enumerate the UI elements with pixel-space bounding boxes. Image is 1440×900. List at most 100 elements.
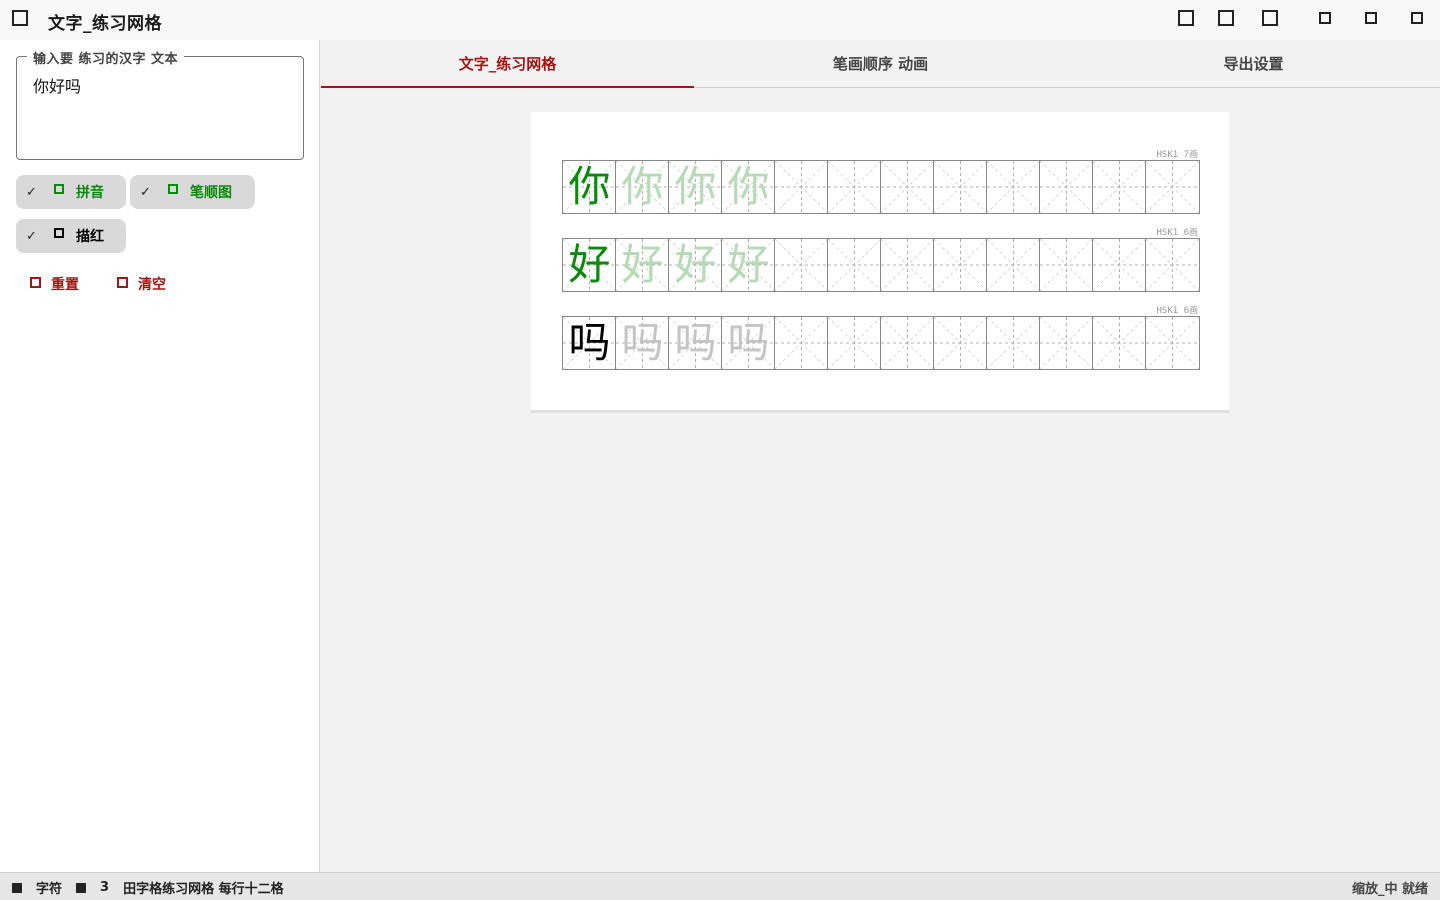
grid-cell[interactable]: 吗 <box>563 317 616 369</box>
save-icon[interactable] <box>1218 10 1234 26</box>
pinyin-icon <box>54 184 64 194</box>
clear-button[interactable]: 清空 <box>117 274 166 294</box>
reset-icon <box>30 276 41 288</box>
print-icon[interactable] <box>1262 10 1278 26</box>
chip-label: 笔顺图 <box>190 185 232 201</box>
app-title: 文字_练习网格 <box>48 14 162 34</box>
app-icon <box>12 10 28 26</box>
grid-cell[interactable]: 你 <box>722 161 775 213</box>
check-icon: ✓ <box>26 228 37 244</box>
count-icon <box>76 882 87 893</box>
tianzige-guide <box>828 317 880 369</box>
tianzige-guide <box>881 317 933 369</box>
tianzige-guide <box>987 161 1039 213</box>
text-input-group: 输入要 练习的汉字 文本 <box>16 48 304 160</box>
grid-cell[interactable] <box>987 161 1040 213</box>
trace-character: 吗 <box>674 318 717 367</box>
status-description: 田字格练习网格 每行十二格 <box>123 882 284 897</box>
stroke-order-icon <box>168 184 178 194</box>
tianzige-guide <box>1146 239 1199 291</box>
reset-label: 重置 <box>51 277 79 293</box>
grid-cell[interactable] <box>881 239 934 291</box>
chip-label: 拼音 <box>76 185 104 201</box>
chip-trace[interactable]: ✓ 描红 <box>16 219 126 253</box>
model-character: 你 <box>568 162 611 211</box>
tianzige-guide <box>828 239 880 291</box>
grid-cell[interactable] <box>775 317 828 369</box>
grid-cell[interactable] <box>881 161 934 213</box>
row-meta-label: HSK1 6画 <box>1156 228 1198 238</box>
grid-cell[interactable] <box>1146 317 1199 369</box>
check-icon: ✓ <box>26 184 37 200</box>
tianzige-guide <box>1093 239 1145 291</box>
chip-pinyin[interactable]: ✓ 拼音 <box>16 175 126 209</box>
grid-cell[interactable]: 吗 <box>669 317 722 369</box>
grid-cell[interactable]: 吗 <box>722 317 775 369</box>
trace-character: 你 <box>674 162 717 211</box>
status-label: 字符 <box>36 882 63 897</box>
grid-cell[interactable]: 你 <box>669 161 722 213</box>
grid-cell[interactable] <box>775 239 828 291</box>
check-icon: ✓ <box>140 184 151 200</box>
practice-text-input[interactable] <box>33 73 289 145</box>
status-bar: 字符 3 田字格练习网格 每行十二格 缩放_中 就绪 <box>0 872 1440 900</box>
grid-cell[interactable] <box>934 239 987 291</box>
minimize-icon[interactable] <box>1319 12 1331 24</box>
tianzige-guide <box>987 239 1039 291</box>
model-character: 好 <box>568 240 611 289</box>
grid-cell[interactable] <box>1040 317 1093 369</box>
grid-cell[interactable] <box>828 161 881 213</box>
grid-cell[interactable] <box>1093 239 1146 291</box>
tianzige-guide <box>1040 161 1092 213</box>
grid-cell[interactable]: 吗 <box>616 317 669 369</box>
reset-button[interactable]: 重置 <box>30 274 79 294</box>
maximize-icon[interactable] <box>1365 12 1377 24</box>
grid-cell[interactable]: 好 <box>722 239 775 291</box>
grid-cell[interactable] <box>987 239 1040 291</box>
tab-practice-grid[interactable]: 文字_练习网格 <box>321 40 694 88</box>
tab-stroke-animation[interactable]: 笔画顺序 动画 <box>694 40 1067 87</box>
open-icon[interactable] <box>1178 10 1194 26</box>
grid-cell[interactable] <box>934 317 987 369</box>
grid-cell[interactable] <box>934 161 987 213</box>
grid-cell[interactable] <box>1146 161 1199 213</box>
trace-icon <box>54 228 64 238</box>
close-icon[interactable] <box>1411 12 1423 24</box>
status-left: 字符 3 田字格练习网格 每行十二格 <box>12 878 284 897</box>
practice-row: 好好好好 <box>562 238 1200 292</box>
worksheet-page: HSK1 7画你你你你 HSK1 6画好好好好 HSK1 6画吗吗吗吗 <box>531 112 1229 410</box>
sidebar: 输入要 练习的汉字 文本 ✓ 拼音 ✓ 笔顺图 ✓ 描红 重置 清空 <box>0 40 320 872</box>
grid-cell[interactable] <box>1040 161 1093 213</box>
grid-cell[interactable] <box>775 161 828 213</box>
tianzige-guide <box>1146 317 1199 369</box>
grid-cell[interactable]: 好 <box>563 239 616 291</box>
tianzige-guide <box>1040 317 1092 369</box>
trace-character: 吗 <box>727 318 770 367</box>
tianzige-guide <box>934 239 986 291</box>
grid-cell[interactable] <box>828 317 881 369</box>
grid-cell[interactable]: 你 <box>616 161 669 213</box>
status-count: 3 <box>100 880 110 895</box>
grid-cell[interactable]: 你 <box>563 161 616 213</box>
chip-stroke-order[interactable]: ✓ 笔顺图 <box>130 175 255 209</box>
grid-cell[interactable] <box>1040 239 1093 291</box>
trace-character: 你 <box>727 162 770 211</box>
clear-label: 清空 <box>138 277 166 293</box>
practice-row: 你你你你 <box>562 160 1200 214</box>
clear-icon <box>117 276 128 288</box>
grid-cell[interactable] <box>1093 161 1146 213</box>
model-character: 吗 <box>568 318 611 367</box>
grid-cell[interactable] <box>881 317 934 369</box>
tab-export-settings[interactable]: 导出设置 <box>1067 40 1440 87</box>
trace-character: 好 <box>727 240 770 289</box>
grid-cell[interactable]: 好 <box>616 239 669 291</box>
grid-cell[interactable]: 好 <box>669 239 722 291</box>
tianzige-guide <box>934 317 986 369</box>
grid-cell[interactable] <box>987 317 1040 369</box>
grid-cell[interactable] <box>1093 317 1146 369</box>
practice-row: 吗吗吗吗 <box>562 316 1200 370</box>
grid-cell[interactable] <box>828 239 881 291</box>
grid-cell[interactable] <box>1146 239 1199 291</box>
tianzige-guide <box>987 317 1039 369</box>
row-meta-label: HSK1 6画 <box>1156 306 1198 316</box>
